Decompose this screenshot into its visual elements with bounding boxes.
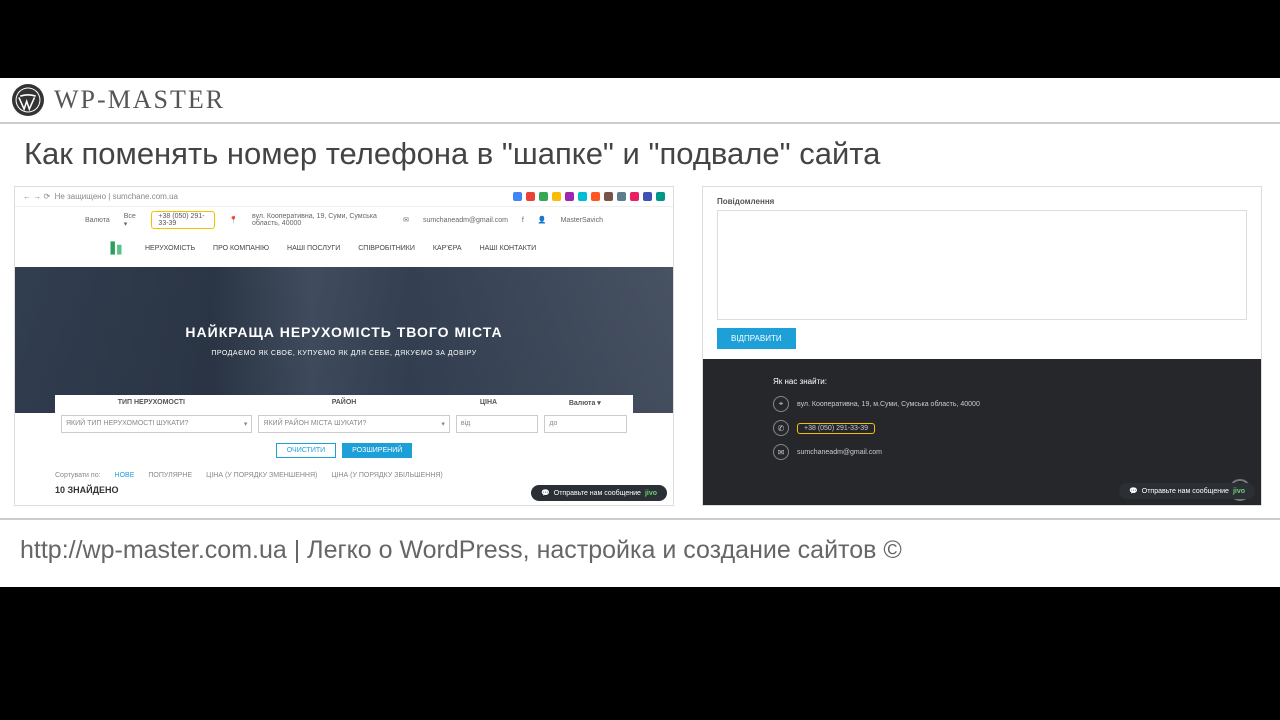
hero-subtitle: ПРОДАЄМО ЯК СВОЄ, КУПУЄМО ЯК ДЛЯ СЕБЕ, Д…	[211, 350, 476, 357]
nav-back-icon[interactable]: ←	[23, 192, 31, 201]
nav-forward-icon[interactable]: →	[33, 192, 41, 201]
contact-form: Повідомлення ВІДПРАВИТИ	[703, 187, 1261, 359]
currency-label: Валюта	[85, 217, 110, 224]
slide-title-row: Как поменять номер телефона в "шапке" и …	[0, 124, 1280, 186]
chevron-down-icon: ▾	[441, 420, 445, 428]
wordpress-logo-icon	[12, 84, 44, 116]
content-area: WP-MASTER Как поменять номер телефона в …	[0, 78, 1280, 587]
user-icon: 👤	[538, 216, 547, 224]
brand-bar: WP-MASTER	[0, 78, 1280, 124]
footer-phone-line: ✆ +38 (050) 291-33-39	[773, 420, 1191, 436]
chevron-down-icon: ▾	[244, 420, 248, 428]
header-screenshot: ← → ⟳ Не защищено | sumchane.com.ua Валю…	[14, 186, 674, 506]
nav-item[interactable]: ПРО КОМПАНІЮ	[213, 245, 269, 252]
extension-icons[interactable]	[513, 192, 665, 201]
site-logo-icon[interactable]	[105, 237, 127, 259]
phone-icon: ✆	[773, 420, 789, 436]
chat-brand: jivo	[1233, 488, 1245, 495]
sort-option[interactable]: ЦІНА (У ПОРЯДКУ ЗМЕНШЕННЯ)	[206, 472, 317, 479]
slide-footer-text: http://wp-master.com.ua | Легко о WordPr…	[0, 520, 1280, 587]
send-button[interactable]: ВІДПРАВИТИ	[717, 328, 796, 349]
header-username[interactable]: MasterSavich	[561, 217, 603, 224]
chat-text: Отправьте нам сообщение	[1142, 488, 1229, 495]
pin-icon: ⌖	[773, 396, 789, 412]
site-nav: НЕРУХОМІСТЬ ПРО КОМПАНІЮ НАШІ ПОСЛУГИ СП…	[15, 233, 673, 267]
nav-item[interactable]: НЕРУХОМІСТЬ	[145, 245, 195, 252]
district-select[interactable]: ЯКИЙ РАЙОН МІСТА ШУКАТИ?▾	[258, 415, 449, 433]
header-address: вул. Кооперативна, 19, Суми, Сумська обл…	[252, 213, 389, 227]
search-head-district: РАЙОН	[248, 395, 441, 411]
currency-selector[interactable]: Все ▾	[124, 213, 138, 228]
browser-address-bar: ← → ⟳ Не защищено | sumchane.com.ua	[15, 187, 673, 207]
slide-title: Как поменять номер телефона в "шапке" и …	[24, 136, 1256, 172]
search-head-type: ТИП НЕРУХОМОСТІ	[55, 395, 248, 411]
message-label: Повідомлення	[717, 197, 1247, 206]
chat-widget[interactable]: 💬 Отправьте нам сообщение jivo	[1119, 483, 1255, 499]
footer-phone-highlight[interactable]: +38 (050) 291-33-39	[797, 423, 875, 434]
reload-icon[interactable]: ⟳	[43, 192, 50, 201]
page-url[interactable]: sumchane.com.ua	[113, 192, 178, 201]
header-phone-highlight[interactable]: +38 (050) 291-33-39	[151, 211, 215, 229]
footer-address: вул. Кооперативна, 19, м.Суми, Сумська о…	[797, 401, 980, 408]
sort-label: Сортувати по:	[55, 472, 101, 479]
price-from-input[interactable]: від	[456, 415, 539, 433]
site-top-strip: Валюта Все ▾ +38 (050) 291-33-39 📍 вул. …	[15, 207, 673, 233]
sort-option[interactable]: ЦІНА (У ПОРЯДКУ ЗБІЛЬШЕННЯ)	[331, 472, 442, 479]
nav-item[interactable]: КАР'ЄРА	[433, 245, 462, 252]
screenshots-row: ← → ⟳ Не защищено | sumchane.com.ua Валю…	[0, 186, 1280, 516]
facebook-icon[interactable]: f	[522, 217, 524, 224]
search-card: ТИП НЕРУХОМОСТІ РАЙОН ЦІНА Валюта ▾ ЯКИЙ…	[55, 395, 633, 468]
hero-heading: НАЙКРАЩА НЕРУХОМІСТЬ ТВОГО МІСТА	[185, 324, 502, 340]
footer-email-line: ✉ sumchaneadm@gmail.com	[773, 444, 1191, 460]
nav-item[interactable]: НАШІ ПОСЛУГИ	[287, 245, 340, 252]
sort-option[interactable]: НОВЕ	[115, 472, 135, 479]
advanced-button[interactable]: РОЗШИРЕНИЙ	[342, 443, 412, 458]
chat-icon: 💬	[541, 489, 550, 497]
mail-icon: ✉	[403, 216, 409, 224]
clear-button[interactable]: ОЧИСТИТИ	[276, 443, 336, 458]
chat-text: Отправьте нам сообщение	[554, 490, 641, 497]
pin-icon: 📍	[229, 216, 238, 224]
search-head-currency[interactable]: Валюта ▾	[537, 395, 633, 411]
chat-brand: jivo	[645, 490, 657, 497]
mail-icon: ✉	[773, 444, 789, 460]
footer-screenshot: Повідомлення ВІДПРАВИТИ Як нас знайти: ⌖…	[702, 186, 1262, 506]
footer-heading: Як нас знайти:	[773, 377, 1191, 386]
letterbox-top	[0, 0, 1280, 78]
nav-item[interactable]: СПІВРОБІТНИКИ	[358, 245, 415, 252]
message-textarea[interactable]	[717, 210, 1247, 320]
nav-item[interactable]: НАШІ КОНТАКТИ	[480, 245, 537, 252]
insecure-label: Не защищено |	[55, 192, 111, 201]
brand-name: WP-MASTER	[54, 85, 225, 115]
chat-icon: 💬	[1129, 487, 1138, 495]
sort-row: Сортувати по: НОВЕ ПОПУЛЯРНЕ ЦІНА (У ПОР…	[15, 468, 673, 483]
header-email[interactable]: sumchaneadm@gmail.com	[423, 217, 508, 224]
footer-email[interactable]: sumchaneadm@gmail.com	[797, 449, 882, 456]
type-select[interactable]: ЯКИЙ ТИП НЕРУХОМОСТІ ШУКАТИ?▾	[61, 415, 252, 433]
chat-widget[interactable]: 💬 Отправьте нам сообщение jivo	[531, 485, 667, 501]
price-to-input[interactable]: до	[544, 415, 627, 433]
footer-address-line: ⌖ вул. Кооперативна, 19, м.Суми, Сумська…	[773, 396, 1191, 412]
sort-option[interactable]: ПОПУЛЯРНЕ	[148, 472, 192, 479]
search-head-price: ЦІНА	[440, 395, 536, 411]
hero-section: НАЙКРАЩА НЕРУХОМІСТЬ ТВОГО МІСТА ПРОДАЄМ…	[15, 267, 673, 413]
